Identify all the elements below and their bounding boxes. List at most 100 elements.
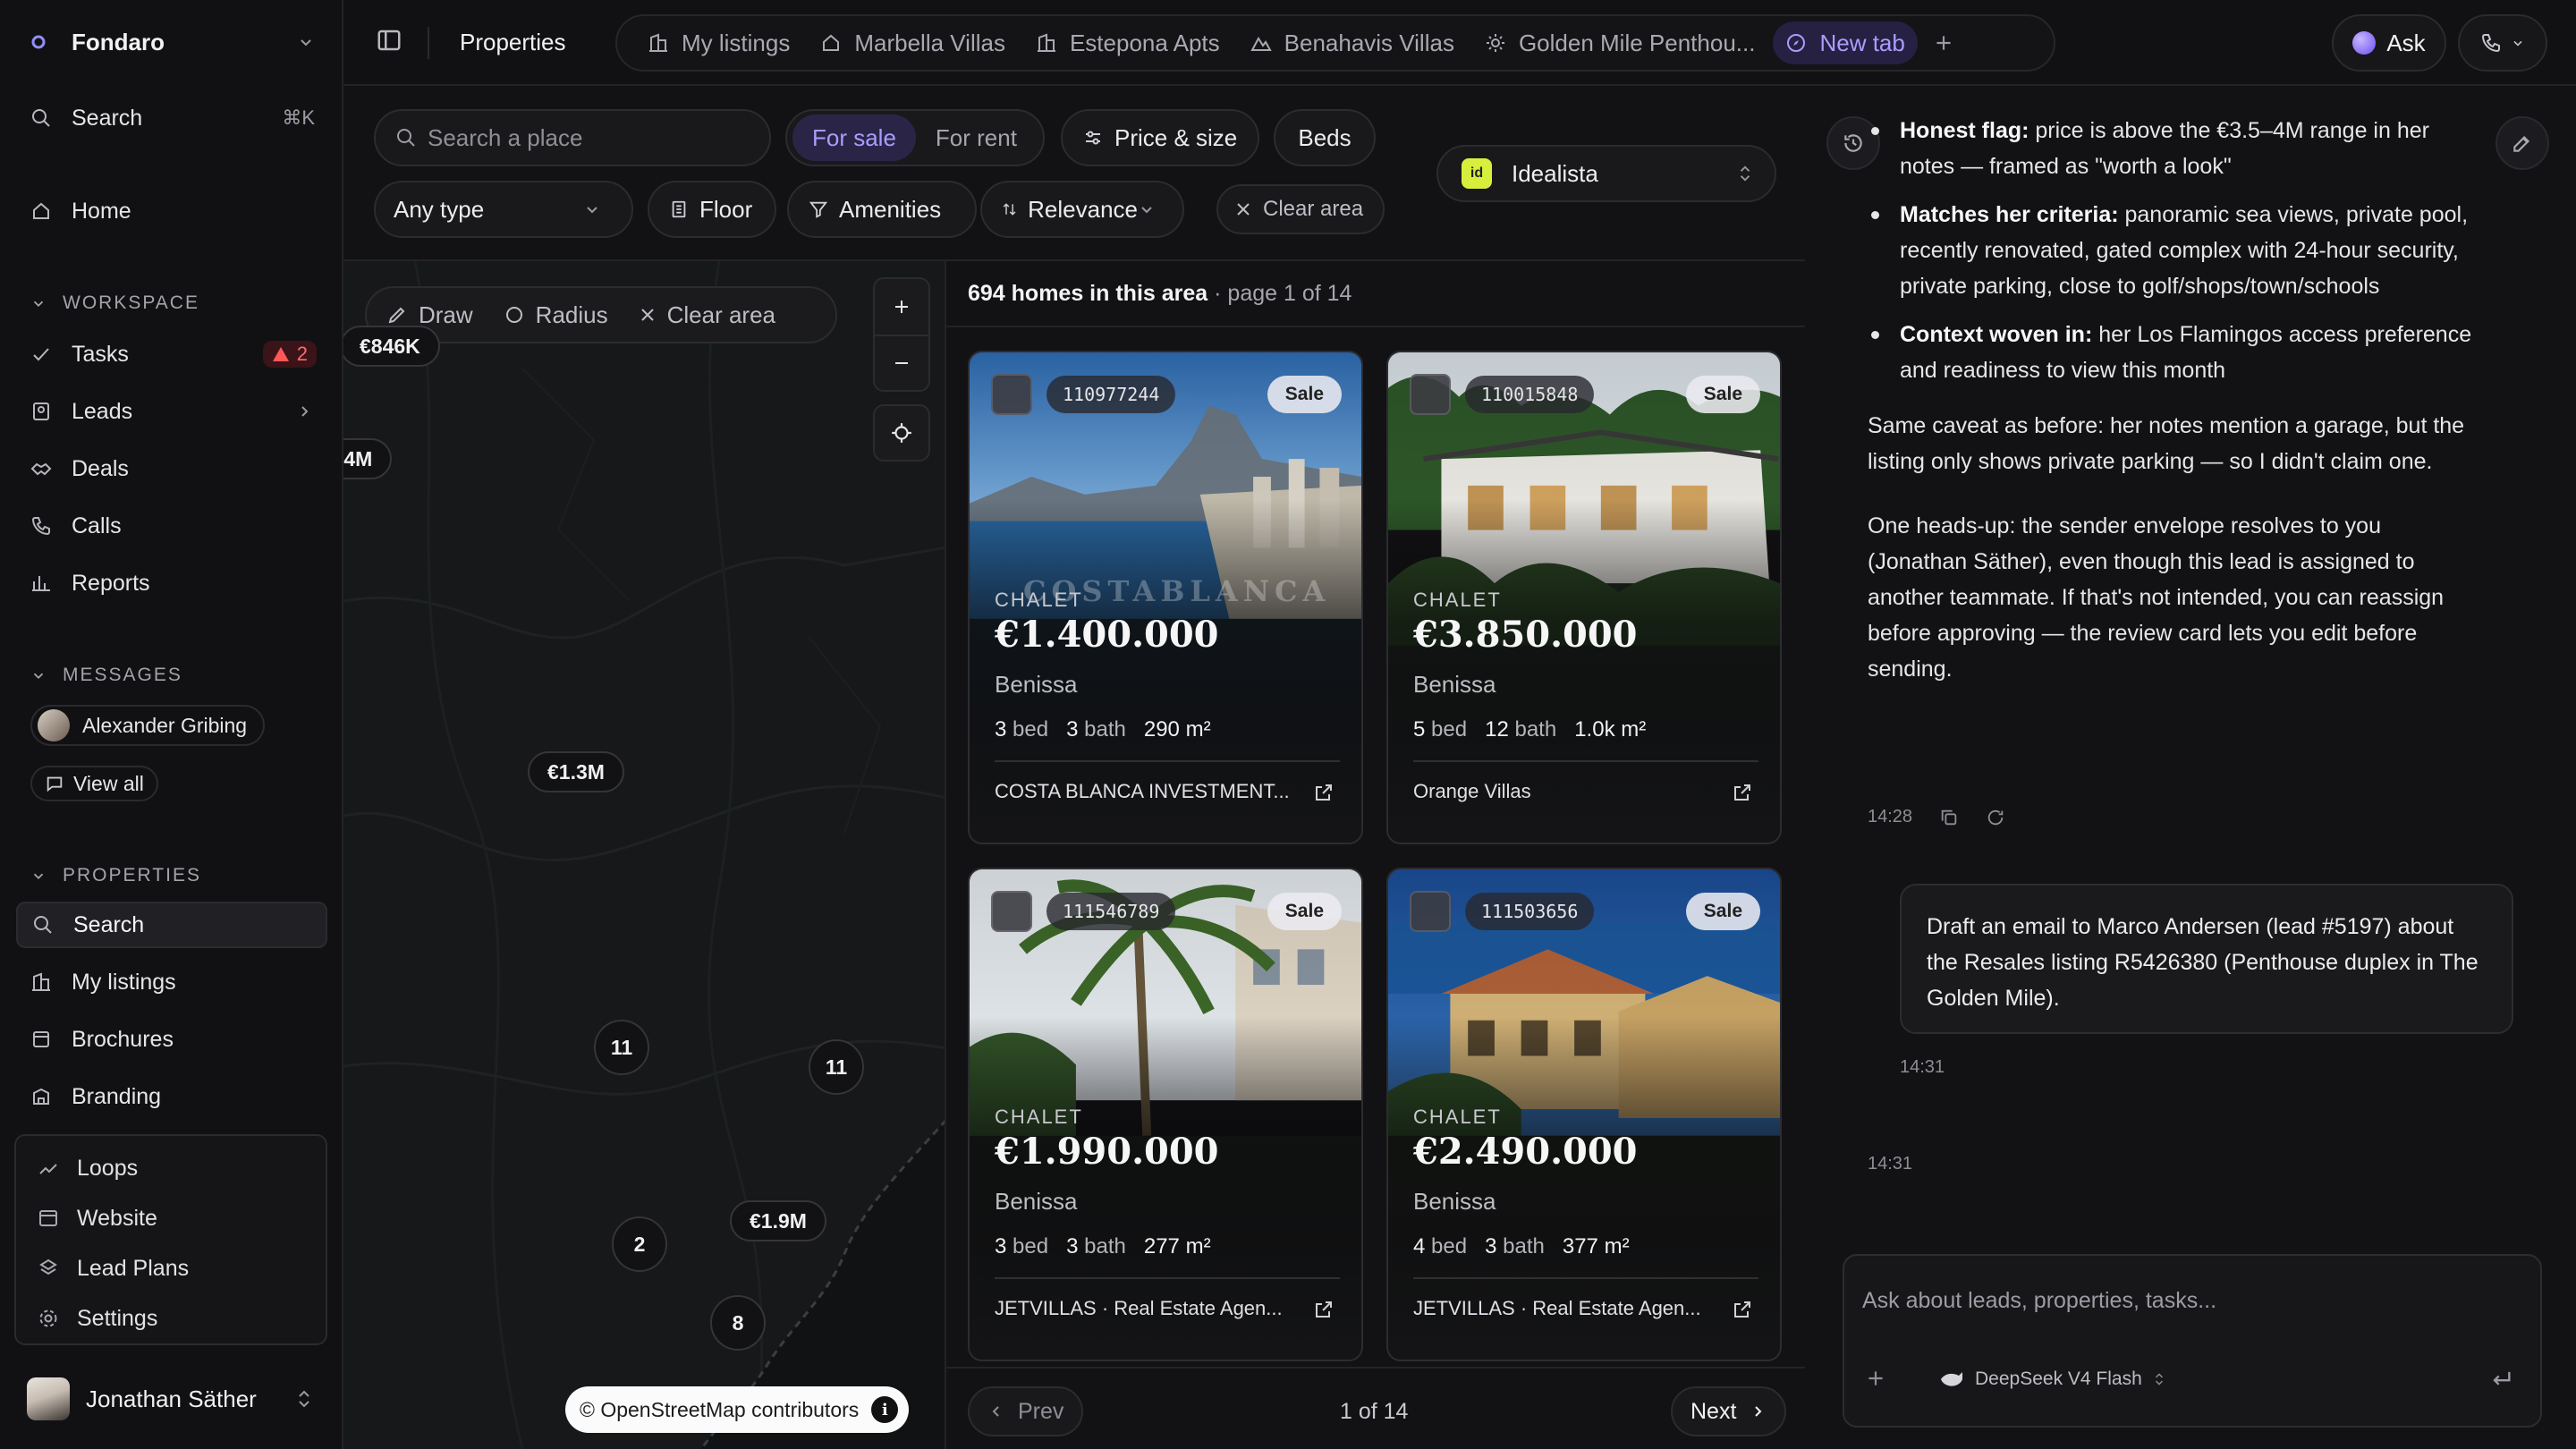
phone-menu-button[interactable] bbox=[2458, 14, 2547, 72]
for-rent-option[interactable]: For rent bbox=[916, 114, 1037, 161]
menu-item-lead-plans[interactable]: Lead Plans bbox=[36, 1250, 189, 1286]
tab-marbella-villas[interactable]: Marbella Villas bbox=[808, 21, 1018, 64]
ask-button[interactable]: Ask bbox=[2332, 14, 2446, 72]
listing-card[interactable]: COSTABLANCA 110977244 Sale CHALET €1.400… bbox=[968, 351, 1363, 844]
select-checkbox[interactable] bbox=[991, 374, 1032, 415]
bullet-item: Honest flag: price is above the €3.5–4M … bbox=[1868, 113, 2485, 184]
zoom-out-button[interactable] bbox=[875, 335, 928, 390]
add-tab-icon[interactable] bbox=[1932, 31, 1955, 55]
regenerate-icon[interactable] bbox=[1986, 808, 2005, 827]
radius-tool[interactable]: Radius bbox=[504, 301, 608, 329]
map-panel[interactable]: Draw Radius Clear area €846K .4M €1.3M €… bbox=[343, 261, 946, 1449]
message-user-chip[interactable]: Alexander Gribing bbox=[30, 705, 266, 746]
external-link-icon[interactable] bbox=[1313, 1299, 1335, 1320]
select-checkbox[interactable] bbox=[1410, 891, 1451, 932]
sidebar-item-reports[interactable]: Reports bbox=[16, 560, 327, 606]
price-marker[interactable]: €846K bbox=[343, 326, 440, 367]
sidebar-item-calls[interactable]: Calls bbox=[16, 503, 327, 549]
listing-card[interactable]: 111503656 Sale CHALET €2.490.000 Benissa… bbox=[1386, 868, 1782, 1361]
select-checkbox[interactable] bbox=[991, 891, 1032, 932]
model-selector[interactable]: DeepSeek V4 Flash bbox=[1939, 1368, 2165, 1390]
beds-value: 3 bbox=[995, 1234, 1007, 1258]
sidebar-item-property-search[interactable]: Search bbox=[16, 902, 327, 948]
property-type: CHALET bbox=[1413, 589, 1502, 611]
sidebar-item-tasks[interactable]: Tasks 2 bbox=[16, 331, 327, 377]
cluster-marker[interactable]: 2 bbox=[612, 1216, 667, 1272]
sidebar-item-my-listings[interactable]: My listings bbox=[16, 959, 327, 1005]
external-link-icon[interactable] bbox=[1732, 782, 1753, 803]
beds-value: 4 bbox=[1413, 1234, 1426, 1258]
tab-estepona-apts[interactable]: Estepona Apts bbox=[1023, 21, 1233, 64]
price-marker[interactable]: €1.9M bbox=[730, 1200, 826, 1241]
new-chat-icon[interactable] bbox=[2496, 116, 2549, 170]
sidebar-item-label: Leads bbox=[72, 398, 133, 424]
close-icon bbox=[640, 309, 654, 321]
cluster-marker[interactable]: 11 bbox=[594, 1020, 649, 1075]
tab-benahavis-villas[interactable]: Benahavis Villas bbox=[1238, 21, 1467, 64]
floor-filter[interactable]: Floor bbox=[648, 181, 776, 238]
section-properties[interactable]: PROPERTIES bbox=[30, 860, 201, 891]
sidebar-item-branding[interactable]: Branding bbox=[16, 1073, 327, 1120]
beds-filter[interactable]: Beds bbox=[1274, 109, 1376, 166]
draw-tool[interactable]: Draw bbox=[386, 301, 473, 329]
beds-value: 5 bbox=[1413, 717, 1426, 741]
tab-new-tab[interactable]: New tab bbox=[1773, 21, 1918, 64]
workspace-switcher[interactable]: Fondaro bbox=[29, 23, 315, 61]
search-shortcut: ⌘K bbox=[282, 106, 315, 129]
results-summary: 694 homes in this area · page 1 of 14 bbox=[968, 281, 1352, 307]
sidebar-item-leads[interactable]: Leads bbox=[16, 388, 327, 435]
sort-select[interactable]: Relevance bbox=[980, 181, 1184, 238]
send-icon[interactable] bbox=[2488, 1367, 2513, 1392]
external-link-icon[interactable] bbox=[1313, 782, 1335, 803]
place-search-input[interactable]: Search a place bbox=[374, 109, 771, 166]
copy-icon[interactable] bbox=[1939, 808, 1959, 827]
view-all-messages-button[interactable]: View all bbox=[30, 766, 158, 801]
cluster-marker[interactable]: 11 bbox=[809, 1039, 864, 1095]
for-sale-option[interactable]: For sale bbox=[792, 114, 916, 161]
tab-my-listings[interactable]: My listings bbox=[635, 21, 802, 64]
external-link-icon[interactable] bbox=[1732, 1299, 1753, 1320]
attach-icon[interactable] bbox=[1864, 1367, 1887, 1390]
sidebar-item-brochures[interactable]: Brochures bbox=[16, 1016, 327, 1063]
price-marker[interactable]: €1.3M bbox=[528, 751, 624, 792]
tab-golden-mile[interactable]: Golden Mile Penthou... bbox=[1472, 21, 1768, 64]
listing-city: Benissa bbox=[995, 1188, 1078, 1215]
sidebar-toggle-icon[interactable] bbox=[376, 27, 402, 54]
locate-button[interactable] bbox=[873, 404, 930, 462]
prev-page-button[interactable]: Prev bbox=[968, 1386, 1084, 1436]
menu-item-settings[interactable]: Settings bbox=[36, 1301, 157, 1336]
sidebar-search[interactable]: Search ⌘K bbox=[16, 95, 327, 141]
zoom-in-button[interactable] bbox=[875, 279, 928, 335]
sidebar-item-deals[interactable]: Deals bbox=[16, 445, 327, 492]
user-menu[interactable]: Jonathan Säther bbox=[27, 1374, 313, 1424]
map-attribution[interactable]: © OpenStreetMap contributors i bbox=[565, 1386, 910, 1433]
listing-card[interactable]: 111546789 Sale CHALET €1.990.000 Benissa… bbox=[968, 868, 1363, 1361]
property-type-select[interactable]: Any type bbox=[374, 181, 633, 238]
menu-item-loops[interactable]: Loops bbox=[36, 1150, 138, 1186]
cluster-marker[interactable]: 8 bbox=[710, 1295, 766, 1351]
section-messages[interactable]: MESSAGES bbox=[30, 660, 182, 691]
gear-icon bbox=[36, 1308, 61, 1329]
price-marker[interactable]: .4M bbox=[343, 438, 393, 479]
avatar bbox=[27, 1377, 70, 1420]
radius-label: Radius bbox=[535, 301, 608, 328]
baths-unit: bath bbox=[1503, 1234, 1545, 1258]
listing-card[interactable]: 110015848 Sale CHALET €3.850.000 Benissa… bbox=[1386, 351, 1782, 844]
amenities-filter[interactable]: Amenities bbox=[787, 181, 977, 238]
source-select[interactable]: id Idealista bbox=[1436, 145, 1776, 202]
section-workspace[interactable]: WORKSPACE bbox=[30, 288, 199, 318]
clear-area-button[interactable]: Clear area bbox=[1216, 184, 1385, 234]
chat-composer[interactable]: Ask about leads, properties, tasks... De… bbox=[1843, 1254, 2542, 1428]
tab-label: Benahavis Villas bbox=[1284, 29, 1454, 56]
next-page-button[interactable]: Next bbox=[1671, 1386, 1787, 1436]
menu-item-website[interactable]: Website bbox=[36, 1200, 157, 1236]
select-checkbox[interactable] bbox=[1410, 374, 1451, 415]
map-clear-area[interactable]: Clear area bbox=[639, 301, 775, 329]
sidebar-item-home[interactable]: Home bbox=[16, 188, 327, 234]
filter-icon bbox=[809, 201, 828, 218]
price-size-filter[interactable]: Price & size bbox=[1061, 109, 1259, 166]
place-search-placeholder: Search a place bbox=[428, 123, 583, 151]
source-label: Idealista bbox=[1512, 159, 1598, 187]
listing-ref: 111546789 bbox=[1046, 893, 1176, 930]
sidebar-item-label: Brochures bbox=[72, 1026, 174, 1052]
